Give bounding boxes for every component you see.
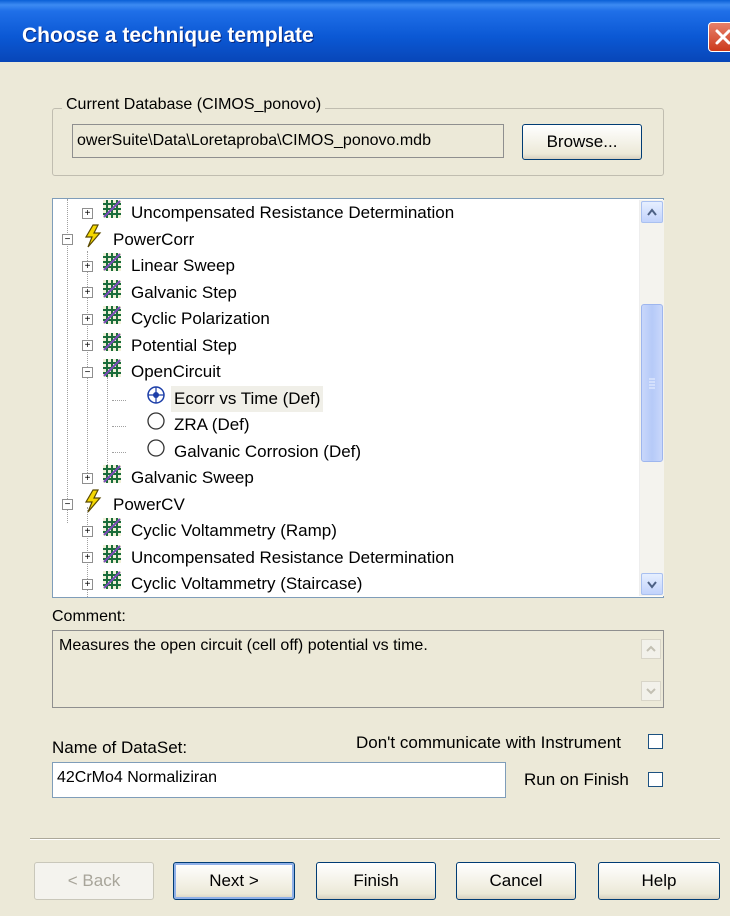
close-button[interactable] [708,22,730,52]
chevron-down-icon [641,681,661,701]
expand-icon[interactable]: + [82,260,93,272]
grid-icon [101,357,123,387]
tree-item[interactable]: ZRA (Def) [146,412,253,438]
cancel-button[interactable]: Cancel [456,862,576,900]
tree-item[interactable]: − PowerCorr [62,223,197,253]
comment-box: Measures the open circuit (cell off) pot… [52,630,664,708]
no-comm-checkbox[interactable] [648,734,663,749]
collapse-icon[interactable]: − [62,499,73,510]
tree-item-label: Cyclic Voltammetry (Staircase) [131,574,363,593]
grid-icon [101,278,123,308]
expand-icon[interactable]: + [82,287,93,298]
comment-scroll-down [641,681,661,701]
tree-item-label: Uncompensated Resistance Determination [131,203,455,222]
tree-item-label: Cyclic Voltammetry (Ramp) [131,521,337,540]
tree-item-label: PowerCorr [113,229,195,249]
back-button[interactable]: < Back [34,862,154,900]
tree-item-label: Uncompensated Resistance Determination [131,547,455,567]
scroll-down-button[interactable] [641,573,663,595]
tree-item[interactable]: + Cyclic Voltammetry (Ramp) [82,518,340,544]
database-group-label: Current Database (CIMOS_ponovo) [62,96,326,114]
tree-item[interactable]: + Galvanic Step [82,278,240,308]
tree-item[interactable]: + Uncompensated Resistance Determination [82,543,457,573]
radio-icon [146,411,166,439]
dataset-name-label: Name of DataSet: [52,738,188,757]
chevron-down-icon [647,581,657,589]
no-comm-label: Don't communicate with Instrument [356,733,621,752]
expand-icon[interactable]: + [82,552,93,563]
expand-icon[interactable]: + [82,207,93,219]
expand-icon[interactable]: + [82,472,93,484]
radio-icon [146,438,166,466]
chevron-up-icon [647,208,657,216]
next-button[interactable]: Next > [173,862,295,900]
grip-icon [649,378,655,389]
collapse-icon[interactable]: − [82,366,93,378]
tree-item-label: Potential Step [131,335,237,355]
tree-scrollbar[interactable] [639,200,664,596]
expand-icon[interactable]: + [82,525,93,537]
tree-item[interactable]: + Potential Step [82,331,240,361]
close-icon [715,29,730,45]
comment-label: Comment: [52,608,126,625]
tree-item[interactable]: + Uncompensated Resistance Determination [82,200,457,226]
window-title: Choose a technique template [22,24,314,47]
title-bar: Choose a technique template [0,0,730,62]
tree-item[interactable]: Galvanic Corrosion (Def) [146,438,364,466]
expand-icon[interactable]: + [82,340,93,351]
database-path-field: owerSuite\Data\Loretaproba\CIMOS_ponovo.… [72,124,504,158]
tree-item[interactable]: + Galvanic Sweep [82,465,257,491]
scroll-up-button[interactable] [641,201,663,223]
scroll-thumb[interactable] [641,304,663,462]
chevron-up-icon [641,639,661,659]
grid-icon [101,304,123,334]
tree-item-label: ZRA (Def) [174,415,250,434]
grid-icon [101,543,123,573]
expand-icon[interactable]: + [82,578,93,590]
tree-item[interactable]: + Linear Sweep [82,253,238,279]
comment-scroll-up [641,639,661,659]
separator [30,838,720,840]
dataset-name-input[interactable]: 42CrMo4 Normaliziran [52,762,506,798]
grid-icon [101,251,123,281]
collapse-icon[interactable]: − [62,234,73,245]
help-button[interactable]: Help [598,862,720,900]
tree-item-label: Galvanic Corrosion (Def) [174,441,362,461]
tree-item-label: PowerCV [113,494,185,514]
run-on-finish-checkbox[interactable] [648,772,663,787]
tree-item-label: Galvanic Sweep [131,468,254,487]
tree-item-label: Galvanic Step [131,282,237,302]
tree-item[interactable]: − OpenCircuit [82,359,224,385]
tree-item[interactable]: Ecorr vs Time (Def) [146,385,324,413]
finish-button[interactable]: Finish [316,862,436,900]
tree-item-label: OpenCircuit [131,362,221,381]
run-on-finish-label: Run on Finish [524,770,629,789]
browse-button[interactable]: Browse... [522,124,642,160]
tree-item-label: Ecorr vs Time (Def) [171,385,324,412]
tree-item[interactable]: + Cyclic Voltammetry (Staircase) [82,571,365,597]
tree-item[interactable]: − PowerCV [62,488,188,518]
grid-icon [101,331,123,361]
tree-item[interactable]: + Cyclic Polarization [82,306,273,332]
radio-selected-icon [146,385,166,413]
expand-icon[interactable]: + [82,313,93,325]
tree-item-label: Cyclic Polarization [131,309,270,328]
grid-icon [101,569,123,599]
tree-item-label: Linear Sweep [131,256,235,275]
grid-icon [101,516,123,546]
comment-text: Measures the open circuit (cell off) pot… [59,637,428,654]
